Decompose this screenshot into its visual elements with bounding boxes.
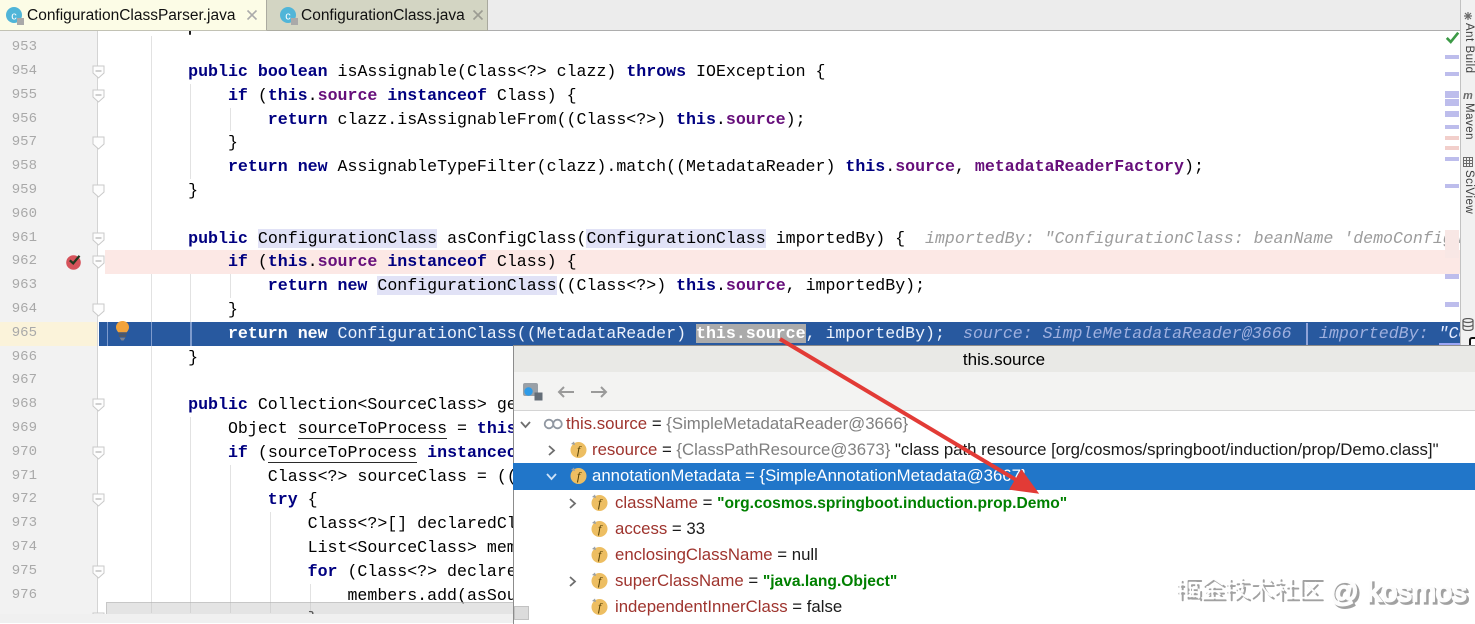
svg-text:c: c [11,11,17,23]
svg-text:c: c [285,11,291,23]
